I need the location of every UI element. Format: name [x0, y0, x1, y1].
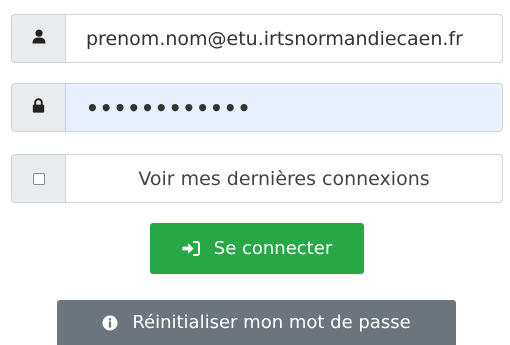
email-field[interactable]: prenom.nom@etu.irtsnormandiecaen.fr	[65, 14, 503, 63]
email-input-group: prenom.nom@etu.irtsnormandiecaen.fr	[11, 14, 503, 63]
password-input-group: ••••••••••••	[11, 83, 503, 132]
sign-in-icon	[182, 241, 200, 256]
login-form: prenom.nom@etu.irtsnormandiecaen.fr ••••…	[0, 0, 510, 345]
user-icon	[32, 29, 46, 48]
reset-password-button[interactable]: Réinitialiser mon mot de passe	[57, 300, 456, 345]
connect-button[interactable]: Se connecter	[150, 223, 364, 274]
show-last-logins-group: Voir mes dernières connexions	[11, 154, 503, 203]
connect-button-label: Se connecter	[213, 238, 333, 259]
lock-icon	[32, 98, 45, 117]
checkbox-addon[interactable]	[11, 154, 65, 203]
reset-password-label: Réinitialiser mon mot de passe	[132, 312, 411, 333]
show-last-logins-label[interactable]: Voir mes dernières connexions	[65, 154, 503, 203]
email-addon	[11, 14, 65, 63]
password-field[interactable]: ••••••••••••	[65, 83, 503, 132]
show-last-logins-checkbox[interactable]	[32, 172, 45, 185]
info-circle-icon	[102, 315, 118, 331]
password-addon	[11, 83, 65, 132]
